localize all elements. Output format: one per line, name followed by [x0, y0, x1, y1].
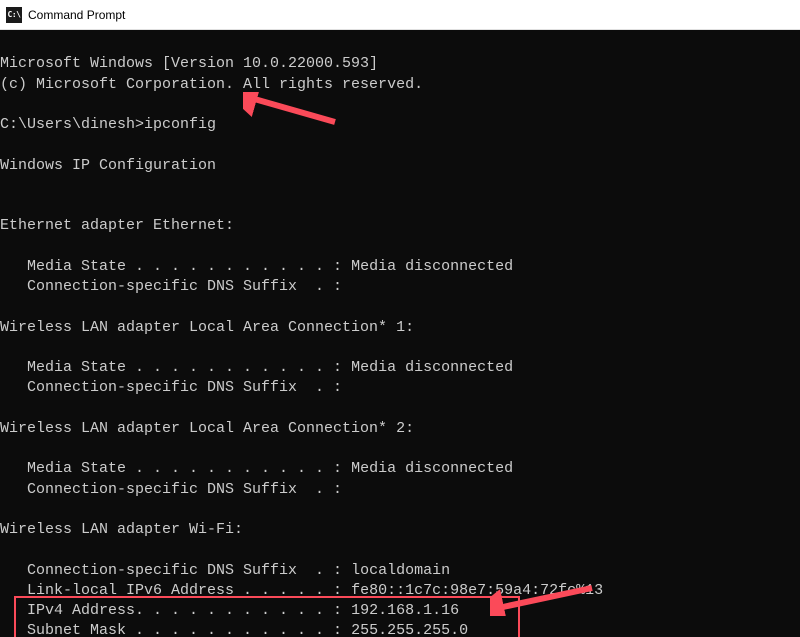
- blank: [0, 440, 9, 457]
- terminal-output[interactable]: Microsoft Windows [Version 10.0.22000.59…: [0, 30, 800, 637]
- header-line-2: (c) Microsoft Corporation. All rights re…: [0, 76, 423, 93]
- window-titlebar[interactable]: C:\ Command Prompt: [0, 0, 800, 30]
- window-title: Command Prompt: [28, 8, 125, 22]
- adapter-title: Wireless LAN adapter Local Area Connecti…: [0, 420, 414, 437]
- adapter-row: Subnet Mask . . . . . . . . . . . : 255.…: [0, 622, 468, 637]
- blank: [0, 197, 9, 214]
- annotation-arrow-icon: [243, 92, 343, 126]
- blank: [0, 238, 9, 255]
- blank: [0, 400, 9, 417]
- blank: [0, 136, 9, 153]
- adapter-row: Link-local IPv6 Address . . . . . : fe80…: [0, 582, 603, 599]
- command-text: ipconfig: [144, 116, 216, 133]
- adapter-title: Ethernet adapter Ethernet:: [0, 217, 234, 234]
- blank: [0, 541, 9, 558]
- header-line-1: Microsoft Windows [Version 10.0.22000.59…: [0, 55, 378, 72]
- adapter-title: Wireless LAN adapter Wi-Fi:: [0, 521, 243, 538]
- adapter-row: Connection-specific DNS Suffix . : local…: [0, 562, 450, 579]
- adapter-row: Media State . . . . . . . . . . . : Medi…: [0, 460, 513, 477]
- blank: [0, 501, 9, 518]
- blank: [0, 177, 9, 194]
- blank: [0, 96, 9, 113]
- cmd-icon: C:\: [6, 7, 22, 23]
- prompt-line: C:\Users\dinesh>ipconfig: [0, 116, 216, 133]
- config-title: Windows IP Configuration: [0, 157, 216, 174]
- adapter-title: Wireless LAN adapter Local Area Connecti…: [0, 319, 414, 336]
- adapter-row: Media State . . . . . . . . . . . : Medi…: [0, 359, 513, 376]
- adapter-row: IPv4 Address. . . . . . . . . . . : 192.…: [0, 602, 459, 619]
- adapter-row: Media State . . . . . . . . . . . : Medi…: [0, 258, 513, 275]
- blank: [0, 298, 9, 315]
- adapter-row: Connection-specific DNS Suffix . :: [0, 379, 342, 396]
- blank: [0, 339, 9, 356]
- adapter-row: Connection-specific DNS Suffix . :: [0, 481, 342, 498]
- adapter-row: Connection-specific DNS Suffix . :: [0, 278, 342, 295]
